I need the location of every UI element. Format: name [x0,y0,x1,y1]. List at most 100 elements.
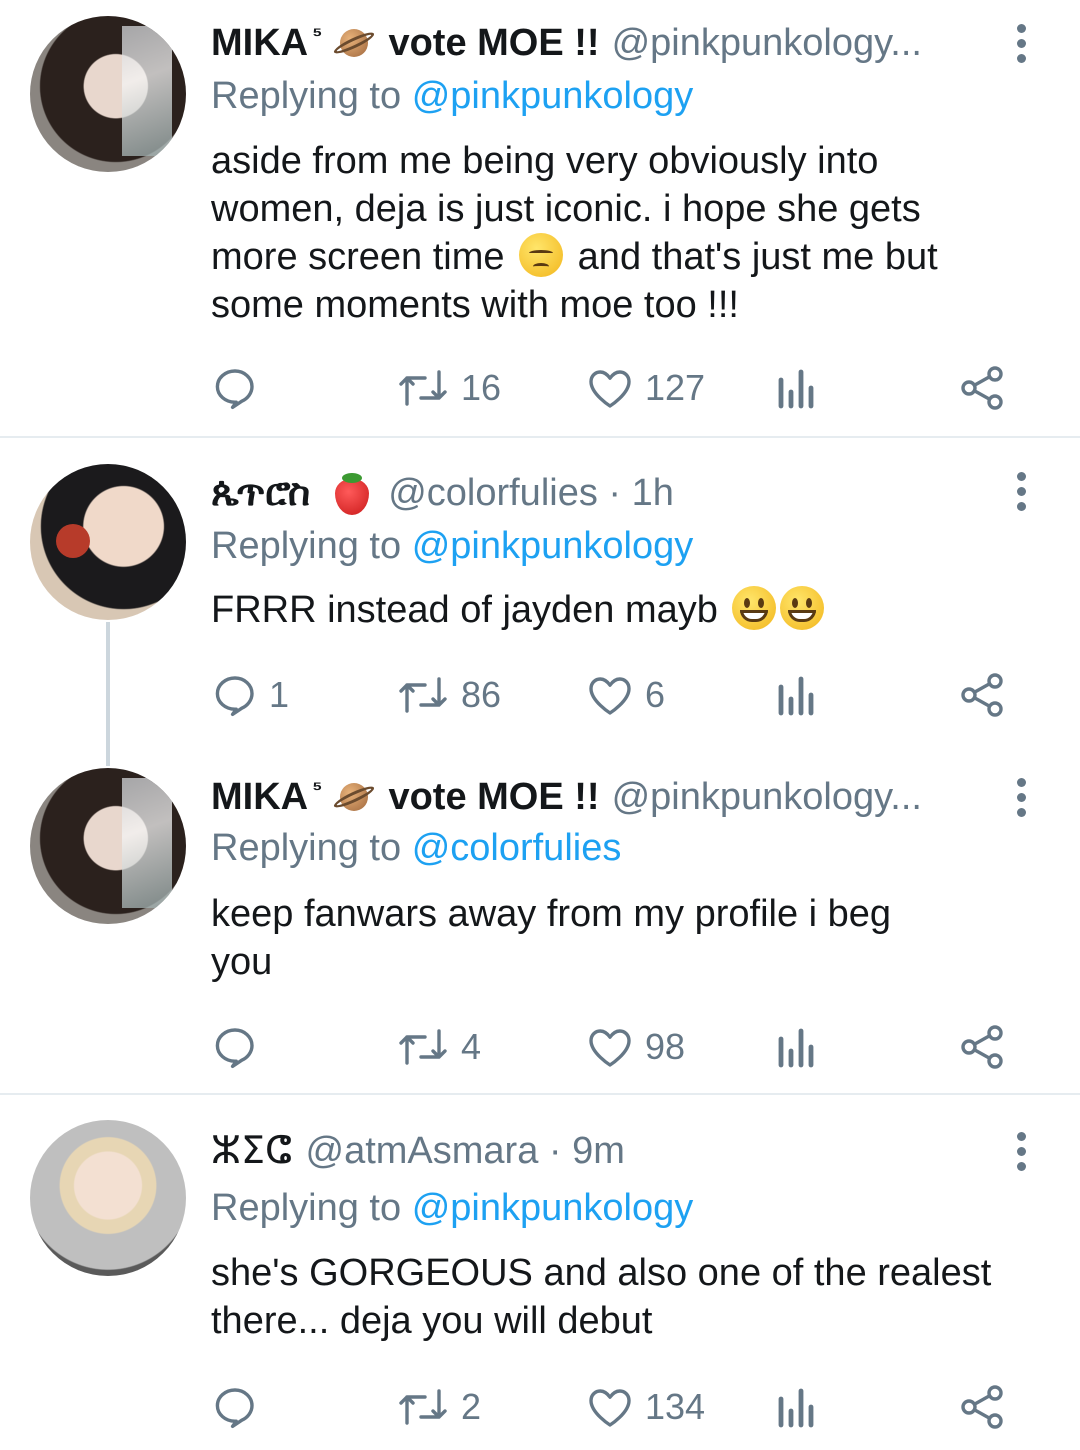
more-vertical-icon[interactable] [1014,472,1028,512]
tweet-text-segment: more screen time [211,236,505,278]
share-button[interactable] [959,665,1007,725]
like-button[interactable]: 127 [585,358,705,418]
analytics-button[interactable] [775,665,819,725]
tweet-text: FRRR instead of jayden mayb [211,586,1041,634]
tweet-2[interactable]: ጴጥሮስ @colorfulies · 1h Replying to @pink… [0,440,1080,760]
tweet-text: aside from me being very obviously into … [211,137,1041,329]
display-name[interactable]: MIKA [211,18,308,68]
replying-to-link[interactable]: @pinkpunkology [412,525,694,567]
replying-to: Replying to @colorfulies [211,824,621,872]
heart-icon [589,677,631,715]
replying-to: Replying to @pinkpunkology [211,1184,693,1232]
analytics-button[interactable] [775,1377,819,1437]
user-handle[interactable]: @pinkpunkology... [612,18,922,68]
tweet-text: she's GORGEOUS and also one of the reale… [211,1249,1041,1345]
display-name[interactable]: ⵣⵉⵛ [211,1126,292,1176]
reply-button[interactable] [211,1377,269,1437]
tweet-text-line: more screen time and that's just me but [211,233,1041,281]
tweet-header: MIKA ⁵ vote MOE !! @pinkpunkology... [211,772,1000,822]
planet-emoji-icon [332,21,376,65]
reply-button[interactable] [211,1017,269,1077]
reply-count: 1 [269,674,290,715]
reply-icon [215,369,254,410]
tweet-text-line: she's GORGEOUS and also one of the reale… [211,1252,992,1294]
share-icon [961,366,1003,410]
tweet-3[interactable]: MIKA ⁵ vote MOE !! @pinkpunkology... Rep… [0,760,1080,1092]
tweet-text-line: you [211,941,273,983]
tweet-4[interactable]: ⵣⵉⵛ @atmAsmara · 9m Replying to @pinkpun… [0,1096,1080,1450]
replying-to-link[interactable]: @colorfulies [412,827,622,869]
retweet-count: 2 [461,1386,482,1427]
name-superscript: ⁵ [312,776,323,801]
tweet-text-line: some moments with moe too !!! [211,284,739,326]
tweet-text-line: aside from me being very obviously into [211,140,879,182]
share-icon [961,673,1003,717]
retweet-count: 16 [461,367,502,408]
analytics-icon [778,676,814,716]
heart-icon [589,370,631,408]
tweet-text: keep fanwars away from my profile i beg … [211,890,1041,986]
tweet-1[interactable]: MIKA ⁵ vote MOE !! @pinkpunkology... Rep… [0,0,1080,437]
reply-button[interactable] [211,358,269,418]
like-count: 127 [645,367,706,408]
tweet-text-segment: FRRR instead of jayden mayb [211,589,718,631]
avatar[interactable] [30,1120,186,1276]
thread-connector-line [106,622,110,766]
more-vertical-icon[interactable] [1014,1132,1028,1172]
strawberry-emoji-icon [332,471,372,515]
retweet-button[interactable]: 4 [395,1017,481,1077]
display-name-suffix[interactable]: vote MOE !! [388,18,599,68]
retweet-count: 4 [461,1026,482,1067]
retweet-icon [399,677,447,713]
disappointed-face-emoji-icon [519,233,564,277]
like-button[interactable]: 98 [585,1017,685,1077]
tweet-header: MIKA ⁵ vote MOE !! @pinkpunkology... [211,18,1000,68]
like-button[interactable]: 134 [585,1377,705,1437]
replying-to-link[interactable]: @pinkpunkology [412,75,694,117]
reply-button[interactable]: 1 [211,665,289,725]
like-count: 134 [645,1386,706,1427]
reply-icon [215,1028,254,1069]
analytics-button[interactable] [775,358,819,418]
display-name-suffix[interactable]: vote MOE !! [388,772,599,822]
display-name[interactable]: ጴጥሮስ [211,468,310,518]
replying-to: Replying to @pinkpunkology [211,72,693,120]
more-vertical-icon[interactable] [1014,24,1028,64]
tweet-text-line: women, deja is just iconic. i hope she g… [211,188,921,230]
tweet-text-segment: and that's just me but [577,236,938,278]
retweet-button[interactable]: 86 [395,665,501,725]
share-button[interactable] [959,358,1007,418]
like-count: 6 [645,674,666,715]
retweet-icon [399,370,447,406]
user-handle[interactable]: @colorfulies · 1h [388,468,674,518]
name-superscript: ⁵ [312,22,323,47]
replying-prefix: Replying to [211,827,402,869]
replying-to-link[interactable]: @pinkpunkology [412,1187,694,1229]
avatar[interactable] [30,464,186,620]
retweet-icon [399,1029,447,1065]
like-button[interactable]: 6 [585,665,665,725]
replying-prefix: Replying to [211,1187,402,1229]
more-vertical-icon[interactable] [1014,778,1028,818]
display-name[interactable]: MIKA [211,772,308,822]
grinning-face-emoji-icon [732,586,777,630]
replying-prefix: Replying to [211,75,402,117]
tweet-actions: 16 127 [211,358,1011,418]
avatar[interactable] [30,768,186,924]
share-button[interactable] [959,1017,1007,1077]
heart-icon [589,1389,631,1427]
tweet-actions: 4 98 [211,1017,1011,1077]
share-button[interactable] [959,1377,1007,1437]
tweet-text-line: keep fanwars away from my profile i beg [211,893,892,935]
retweet-button[interactable]: 2 [395,1377,481,1437]
avatar[interactable] [30,16,186,172]
retweet-button[interactable]: 16 [395,358,501,418]
user-handle[interactable]: @pinkpunkology... [612,772,922,822]
user-handle[interactable]: @atmAsmara · 9m [306,1126,625,1176]
analytics-icon [778,1028,814,1068]
planet-emoji-icon [332,775,376,819]
retweet-icon [399,1389,447,1425]
analytics-button[interactable] [775,1017,819,1077]
tweet-header: ⵣⵉⵛ @atmAsmara · 9m [211,1126,1000,1176]
grinning-face-emoji-icon [780,586,825,630]
